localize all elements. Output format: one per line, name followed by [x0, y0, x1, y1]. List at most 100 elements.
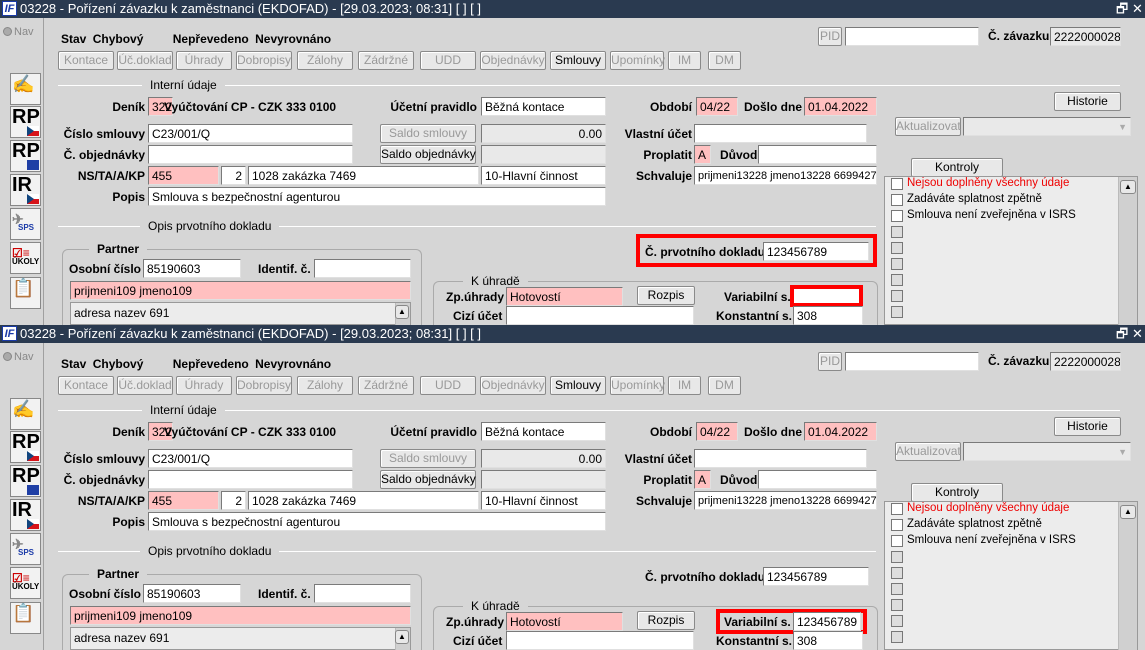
sps-tool[interactable]: ✈ SPS [10, 533, 41, 565]
nav-radio[interactable]: Nav [3, 351, 34, 363]
kontrola-checkbox[interactable] [891, 210, 903, 222]
saldo-smlouvy-button[interactable]: Saldo smlouvy [380, 449, 476, 468]
ta-input[interactable]: 2 [221, 166, 246, 185]
saldo-smlouvy-button[interactable]: Saldo smlouvy [380, 124, 476, 143]
saldo-objednavky-button[interactable]: Saldo objednávky [380, 470, 476, 489]
tab-dobropisy[interactable]: Dobropisy [236, 51, 292, 70]
prvotni-doklad-input[interactable]: 123456789 [763, 242, 869, 261]
kontroly-scrollbar[interactable] [1118, 502, 1137, 650]
scroll-up-icon[interactable]: ▲ [395, 305, 409, 319]
kontrola-checkbox[interactable] [891, 615, 903, 627]
zp-uhrady-input[interactable]: Hotovostí [506, 287, 623, 306]
kontrola-checkbox[interactable] [891, 290, 903, 302]
prvotni-doklad-input[interactable]: 123456789 [763, 567, 869, 586]
popis-input[interactable]: Smlouva s bezpečnostní agenturou [148, 512, 606, 531]
cizi-ucet-input[interactable] [506, 631, 694, 650]
close-window-button[interactable]: ✕ [1132, 0, 1143, 18]
objednavka-input[interactable] [148, 470, 353, 489]
rozpis-button[interactable]: Rozpis [637, 611, 695, 630]
schvaluje-input[interactable]: prijmeni13228 jmeno13228 66994273 [694, 166, 877, 185]
rp-eu-tool[interactable]: RP [10, 465, 41, 497]
tab-udd[interactable]: UDD [420, 376, 476, 395]
restore-window-button[interactable]: 🗗 [1116, 0, 1128, 18]
tab-kontace[interactable]: Kontace [58, 376, 114, 395]
pid-input[interactable] [845, 352, 979, 371]
kp-input[interactable]: 10-Hlavní činnost [481, 166, 606, 185]
tab-zalohy[interactable]: Zálohy [297, 51, 353, 70]
kontrola-checkbox[interactable] [891, 226, 903, 238]
kontrola-checkbox[interactable] [891, 194, 903, 206]
tab-zadrzne[interactable]: Zádržné [358, 51, 414, 70]
vlastni-ucet-input[interactable] [694, 449, 867, 468]
obdobi-input[interactable]: 04/22 [696, 422, 738, 441]
ns-input[interactable]: 455 [148, 491, 219, 510]
report-tool[interactable]: 📋 [10, 602, 41, 634]
tab-dm[interactable]: DM [708, 51, 741, 70]
saldo-objednavky-button[interactable]: Saldo objednávky [380, 145, 476, 164]
kontrola-checkbox[interactable] [891, 599, 903, 611]
doslo-input[interactable]: 01.04.2022 [804, 422, 877, 441]
tab-uc-doklad[interactable]: Úč.doklad [117, 51, 173, 70]
aktualizovat-button[interactable]: Aktualizovat [895, 442, 961, 461]
konstantni-input[interactable]: 308 [793, 631, 863, 650]
kontrola-checkbox[interactable] [891, 583, 903, 595]
kontrola-checkbox[interactable] [891, 535, 903, 547]
tab-im[interactable]: IM [668, 376, 701, 395]
kontrola-checkbox[interactable] [891, 258, 903, 270]
akce-input[interactable]: 1028 zakázka 7469 [248, 166, 479, 185]
osobni-cislo-input[interactable]: 85190603 [143, 584, 241, 603]
smlouva-input[interactable]: C23/001/Q [148, 449, 353, 468]
rp-eu-tool[interactable]: RP [10, 140, 41, 172]
aktualizovat-button[interactable]: Aktualizovat [895, 117, 961, 136]
edit-document-tool[interactable]: ✍ [10, 398, 41, 430]
kontrola-checkbox[interactable] [891, 631, 903, 643]
kontrola-checkbox[interactable] [891, 519, 903, 531]
duvod-input[interactable] [758, 145, 877, 164]
pid-button[interactable]: PID [818, 27, 842, 46]
historie-button[interactable]: Historie [1054, 417, 1121, 436]
scroll-up-icon[interactable]: ▲ [1120, 180, 1136, 194]
restore-window-button[interactable]: 🗗 [1116, 325, 1128, 343]
tab-kontace[interactable]: Kontace [58, 51, 114, 70]
vlastni-ucet-input[interactable] [694, 124, 867, 143]
proplatit-input[interactable]: A [694, 145, 711, 164]
ns-input[interactable]: 455 [148, 166, 219, 185]
obdobi-input[interactable]: 04/22 [696, 97, 738, 116]
pravidlo-input[interactable]: Běžná kontace [481, 97, 606, 116]
konstantni-input[interactable]: 308 [793, 306, 863, 325]
kp-input[interactable]: 10-Hlavní činnost [481, 491, 606, 510]
aktualizovat-select[interactable]: ▼ [963, 117, 1131, 136]
rozpis-button[interactable]: Rozpis [637, 286, 695, 305]
objednavka-input[interactable] [148, 145, 353, 164]
popis-input[interactable]: Smlouva s bezpečnostní agenturou [148, 187, 606, 206]
historie-button[interactable]: Historie [1054, 92, 1121, 111]
tab-objednavky[interactable]: Objednávky [480, 51, 546, 70]
kontrola-checkbox[interactable] [891, 178, 903, 190]
kontrola-checkbox[interactable] [891, 503, 903, 515]
kontrola-checkbox[interactable] [891, 551, 903, 563]
proplatit-input[interactable]: A [694, 470, 711, 489]
tab-upominky[interactable]: Upomínky [610, 51, 665, 70]
tab-upominky[interactable]: Upomínky [610, 376, 665, 395]
tab-im[interactable]: IM [668, 51, 701, 70]
aktualizovat-select[interactable]: ▼ [963, 442, 1131, 461]
ir-tool[interactable]: IR [10, 499, 41, 531]
tab-uc-doklad[interactable]: Úč.doklad [117, 376, 173, 395]
zavazek-input[interactable]: 2222000028 [1050, 27, 1121, 46]
variabilni-input[interactable]: 123456789 [793, 612, 861, 631]
tab-uhrady[interactable]: Úhrady [176, 51, 232, 70]
ukoly-tool[interactable]: ☑≡ ÚKOLY [10, 567, 41, 599]
identif-input[interactable] [314, 259, 411, 278]
scroll-up-icon[interactable]: ▲ [1120, 505, 1136, 519]
pid-input[interactable] [845, 27, 979, 46]
osobni-cislo-input[interactable]: 85190603 [143, 259, 241, 278]
tab-udd[interactable]: UDD [420, 51, 476, 70]
tab-zadrzne[interactable]: Zádržné [358, 376, 414, 395]
tab-smlouvy[interactable]: Smlouvy [550, 376, 606, 395]
nav-radio[interactable]: Nav [3, 26, 34, 38]
kontroly-button[interactable]: Kontroly [911, 483, 1003, 502]
edit-document-tool[interactable]: ✍ [10, 73, 41, 105]
tab-objednavky[interactable]: Objednávky [480, 376, 546, 395]
tab-dm[interactable]: DM [708, 376, 741, 395]
close-window-button[interactable]: ✕ [1132, 325, 1143, 343]
